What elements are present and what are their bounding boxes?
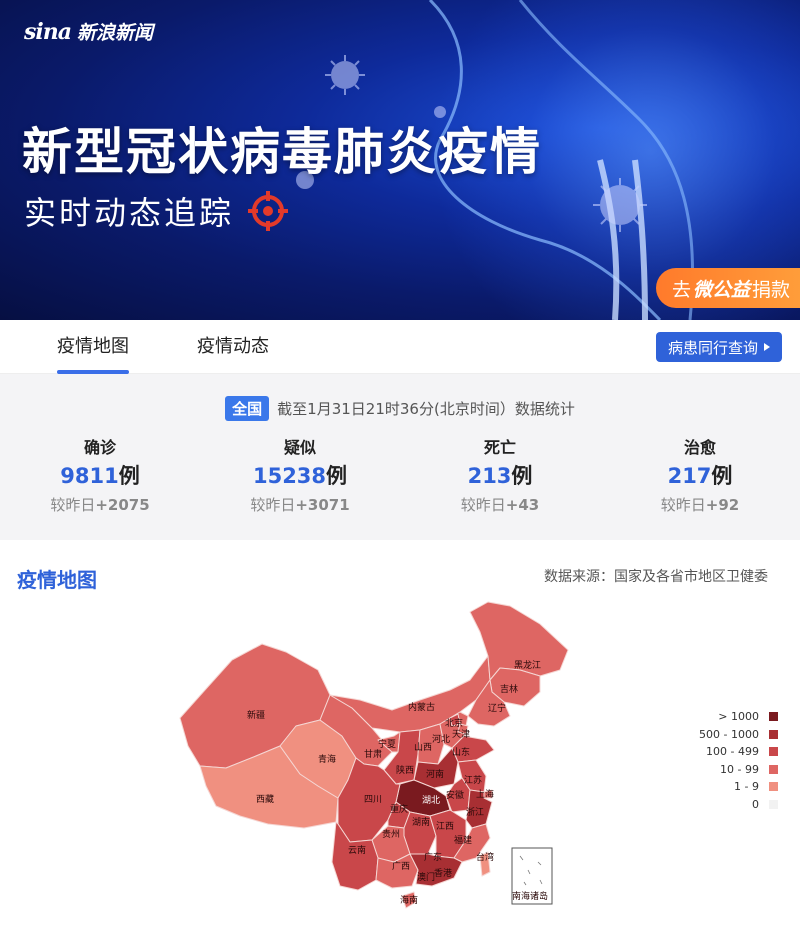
- page-headline: 新型冠状病毒肺炎疫情: [22, 123, 542, 181]
- legend-row: 100 - 499: [699, 743, 778, 761]
- stat-unit: 例: [118, 464, 140, 488]
- legend-label: 500 - 1000: [699, 727, 759, 741]
- stat-number: 213: [467, 464, 512, 488]
- stat-delta: 较昨日+2075: [0, 494, 200, 515]
- stats-timestamp: 截至1月31日21时36分(北京时间）数据统计: [277, 400, 575, 418]
- stat-number: 15238: [252, 464, 327, 488]
- target-icon: [248, 191, 289, 231]
- stat-suspected: 疑似 15238例 较昨日+3071: [200, 434, 400, 515]
- legend-swatch: [769, 712, 778, 722]
- stat-delta: 较昨日+92: [600, 494, 800, 515]
- province-guangdong: [409, 853, 463, 887]
- stat-unit: 例: [326, 464, 348, 488]
- sina-news-name: 新浪新闻: [77, 22, 154, 44]
- legend-label: 10 - 99: [720, 762, 759, 776]
- patient-trip-search-label: 病患同行查询: [667, 338, 758, 357]
- legend-label: 0: [752, 797, 759, 811]
- stat-delta: 较昨日+43: [400, 494, 600, 515]
- stat-unit: 例: [711, 464, 733, 488]
- stat-value: 217例: [600, 460, 800, 490]
- stat-value: 213例: [400, 460, 600, 490]
- legend-swatch: [769, 799, 778, 809]
- stat-recovered: 治愈 217例 较昨日+92: [600, 434, 800, 515]
- stat-unit: 例: [511, 464, 533, 488]
- legend-swatch: [769, 747, 778, 757]
- stats-timestamp-row: 全国 截至1月31日21时36分(北京时间）数据统计: [0, 396, 800, 421]
- legend-label: 1 - 9: [734, 780, 759, 794]
- stat-value: 15238例: [200, 460, 400, 490]
- province-taiwan: [479, 851, 491, 877]
- legend-swatch: [769, 729, 778, 739]
- national-stats: 全国 截至1月31日21时36分(北京时间）数据统计 确诊 9811例 较昨日+…: [0, 374, 800, 540]
- page-subline: 实时动态追踪: [24, 188, 290, 234]
- stat-delta-value: +92: [705, 496, 740, 514]
- patient-trip-search-button[interactable]: 病患同行查询: [655, 332, 782, 362]
- stat-label: 确诊: [83, 438, 116, 457]
- legend-swatch: [769, 782, 778, 792]
- stat-value: 9811例: [0, 460, 200, 490]
- legend-row: 10 - 99: [699, 761, 778, 779]
- legend-row: 0: [699, 796, 778, 814]
- stat-delta: 较昨日+3071: [200, 494, 400, 515]
- donate-suffix: 捐款: [751, 278, 790, 301]
- stat-number: 9811: [60, 464, 119, 488]
- province-tianjin: [457, 723, 469, 735]
- donate-button[interactable]: 去 微公益 捐款: [655, 268, 800, 308]
- tab-epidemic-map[interactable]: 疫情地图: [57, 320, 129, 374]
- stat-delta-label: 较昨日: [250, 496, 296, 514]
- province-shanxi: [417, 723, 445, 765]
- stat-confirmed: 确诊 9811例 较昨日+2075: [0, 434, 200, 515]
- province-shanghai: [483, 789, 493, 799]
- stat-delta-label: 较昨日: [460, 496, 506, 514]
- stat-delta-label: 较昨日: [50, 496, 96, 514]
- stat-label: 疑似: [283, 438, 316, 457]
- tab-bar: 疫情地图 疫情动态 病患同行查询: [0, 320, 800, 374]
- legend-label: > 1000: [718, 710, 759, 724]
- donate-prefix: 去: [671, 278, 691, 301]
- scope-tag[interactable]: 全国: [225, 396, 270, 421]
- epidemic-map-card: 疫情地图 数据来源：国家及各省市地区卫健委 黑龙江 吉林 辽宁 内蒙古 北京 天…: [0, 540, 800, 930]
- map-legend: > 1000 500 - 1000 100 - 499 10 - 99 1 - …: [699, 708, 778, 813]
- tab-epidemic-news[interactable]: 疫情动态: [197, 320, 269, 374]
- south-china-sea-inset: [511, 847, 553, 905]
- stat-label: 死亡: [483, 438, 516, 457]
- stat-deaths: 死亡 213例 较昨日+43: [400, 434, 600, 515]
- subline-text: 实时动态追踪: [24, 194, 235, 232]
- legend-row: 1 - 9: [699, 778, 778, 796]
- province-hainan: [401, 891, 417, 909]
- weigongyi-logo: 微公益: [692, 278, 750, 301]
- legend-row: > 1000: [699, 708, 778, 726]
- sina-logo[interactable]: sina 新浪新闻: [24, 18, 153, 45]
- sina-mark: sina: [24, 18, 72, 45]
- stat-number: 217: [667, 464, 712, 488]
- legend-row: 500 - 1000: [699, 726, 778, 744]
- stat-delta-value: +43: [505, 496, 540, 514]
- stat-delta-value: +2075: [95, 496, 150, 514]
- stat-delta-value: +3071: [295, 496, 350, 514]
- caret-right-icon: [764, 343, 770, 351]
- legend-label: 100 - 499: [706, 745, 759, 759]
- stat-label: 治愈: [683, 438, 716, 457]
- header-banner: sina 新浪新闻 新型冠状病毒肺炎疫情 实时动态追踪 去 微公益 捐款: [0, 0, 800, 320]
- stat-columns: 确诊 9811例 较昨日+2075 疑似 15238例 较昨日+3071 死亡 …: [0, 434, 800, 515]
- legend-swatch: [769, 764, 778, 774]
- china-choropleth-map[interactable]: [0, 540, 800, 930]
- stat-delta-label: 较昨日: [660, 496, 706, 514]
